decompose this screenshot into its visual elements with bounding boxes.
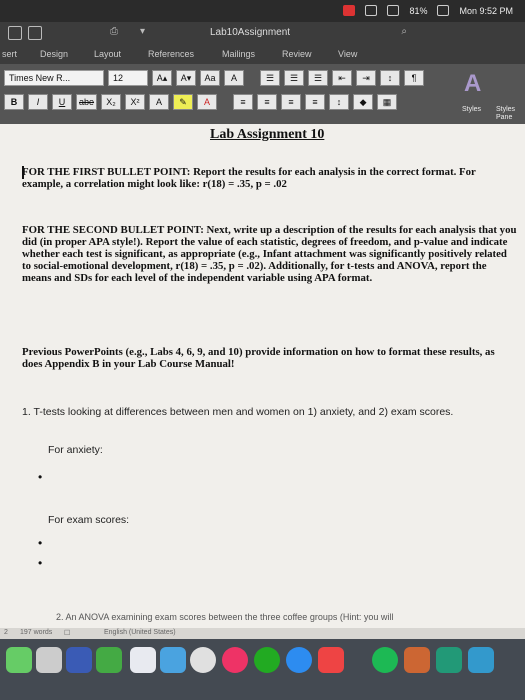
increase-indent-button[interactable]: ⇥ bbox=[356, 70, 376, 86]
photo-booth-icon[interactable] bbox=[318, 647, 344, 673]
menu-bar: 81% Mon 9:52 PM bbox=[0, 0, 525, 22]
paragraph-first-bullet: FOR THE FIRST BULLET POINT: Report the r… bbox=[22, 166, 476, 190]
align-left-button[interactable]: ≡ bbox=[233, 94, 254, 110]
bold-button[interactable]: B bbox=[4, 94, 24, 110]
bullets-button[interactable]: ☰ bbox=[260, 70, 280, 86]
screen: 81% Mon 9:52 PM ⎙ ▾ Lab10Assignment ⌕ se… bbox=[0, 0, 525, 700]
shrink-font-button[interactable]: A▾ bbox=[176, 70, 196, 86]
clock[interactable]: Mon 9:52 PM bbox=[459, 6, 513, 16]
question-1: 1. T-tests looking at differences betwee… bbox=[22, 406, 454, 418]
document-page[interactable]: Lab Assignment 10 FOR THE FIRST BULLET P… bbox=[0, 124, 525, 628]
word-count[interactable]: 197 words bbox=[20, 629, 52, 636]
messages-icon[interactable] bbox=[6, 647, 32, 673]
styles-icon[interactable]: A bbox=[464, 70, 481, 98]
spotify-icon[interactable] bbox=[372, 647, 398, 673]
subscript-button[interactable]: X₂ bbox=[101, 94, 122, 110]
multilevel-list-button[interactable]: ☰ bbox=[308, 70, 328, 86]
status-bar: 2 197 words ☐ English (United States) bbox=[0, 628, 525, 639]
font-color-button[interactable]: A bbox=[197, 94, 218, 110]
numbers-icon[interactable] bbox=[96, 647, 122, 673]
styles-label: Styles bbox=[462, 106, 482, 113]
proofing-icon[interactable]: ☐ bbox=[64, 629, 70, 637]
question-2-partial: 2. An ANOVA examining exam scores betwee… bbox=[56, 612, 394, 622]
search-icon[interactable]: ⌕ bbox=[401, 26, 407, 37]
tab-review[interactable]: Review bbox=[282, 49, 312, 59]
italic-button[interactable]: I bbox=[28, 94, 48, 110]
window-title: Lab10Assignment bbox=[210, 27, 291, 38]
powerpoint-icon[interactable] bbox=[404, 647, 430, 673]
sort-button[interactable]: ↕ bbox=[380, 70, 400, 86]
bluetooth-icon[interactable] bbox=[365, 5, 378, 16]
print-icon[interactable]: ⎙ bbox=[110, 26, 118, 37]
itunes-icon[interactable] bbox=[222, 647, 248, 673]
line-spacing-button[interactable]: ↕ bbox=[329, 94, 350, 110]
align-right-button[interactable]: ≡ bbox=[281, 94, 302, 110]
text-effects-button[interactable]: A bbox=[149, 94, 170, 110]
change-case-button[interactable]: Aa bbox=[200, 70, 220, 86]
wifi-icon[interactable] bbox=[387, 5, 400, 16]
title-bar: ⎙ ▾ Lab10Assignment ⌕ bbox=[0, 22, 525, 44]
tab-design[interactable]: Design bbox=[40, 49, 68, 59]
tab-insert[interactable]: sert bbox=[2, 49, 17, 59]
battery-percent: 81% bbox=[409, 5, 428, 16]
ribbon-tabs: sert Design Layout References Mailings R… bbox=[0, 44, 525, 64]
save-icon[interactable] bbox=[28, 26, 42, 40]
grow-font-button[interactable]: A▴ bbox=[152, 70, 172, 86]
shading-button[interactable]: ◆ bbox=[353, 94, 374, 110]
borders-button[interactable]: ▦ bbox=[377, 94, 398, 110]
zoom-icon[interactable] bbox=[468, 647, 494, 673]
font-size-box[interactable]: 12 bbox=[108, 70, 148, 86]
checklist-icon[interactable] bbox=[36, 647, 62, 673]
for-exam-label: For exam scores: bbox=[48, 514, 130, 526]
tab-layout[interactable]: Layout bbox=[94, 49, 121, 59]
for-anxiety-label: For anxiety: bbox=[48, 444, 103, 456]
record-icon[interactable] bbox=[343, 5, 356, 16]
bullet-anxiety: • bbox=[38, 470, 43, 484]
tab-view[interactable]: View bbox=[338, 49, 357, 59]
clear-formatting-button[interactable]: A bbox=[224, 70, 244, 86]
ibooks-icon[interactable] bbox=[160, 647, 186, 673]
tab-mailings[interactable]: Mailings bbox=[222, 49, 255, 59]
strikethrough-button[interactable]: abe bbox=[76, 94, 98, 110]
dock bbox=[0, 639, 525, 700]
customize-toolbar-icon[interactable]: ▾ bbox=[140, 26, 145, 37]
styles-pane-label[interactable]: Styles Pane bbox=[496, 106, 522, 122]
bullet-exam-2: • bbox=[38, 556, 43, 570]
no-entry-icon[interactable] bbox=[190, 647, 216, 673]
font-name-box[interactable]: Times New R... bbox=[4, 70, 104, 86]
justify-button[interactable]: ≡ bbox=[305, 94, 326, 110]
tab-references[interactable]: References bbox=[148, 49, 194, 59]
facetime-icon[interactable] bbox=[254, 647, 280, 673]
language-status[interactable]: English (United States) bbox=[104, 629, 176, 636]
paragraph-previous-powerpoints: Previous PowerPoints (e.g., Labs 4, 6, 9… bbox=[22, 346, 495, 370]
decrease-indent-button[interactable]: ⇤ bbox=[332, 70, 352, 86]
bullet-exam: • bbox=[38, 536, 43, 550]
paragraph-second-bullet: FOR THE SECOND BULLET POINT: Next, write… bbox=[22, 224, 517, 284]
superscript-button[interactable]: X² bbox=[125, 94, 146, 110]
show-formatting-button[interactable]: ¶ bbox=[404, 70, 424, 86]
page-number[interactable]: 2 bbox=[4, 629, 8, 636]
sidebar-toggle-icon[interactable] bbox=[8, 26, 22, 40]
excel-icon[interactable] bbox=[436, 647, 462, 673]
align-center-button[interactable]: ≡ bbox=[257, 94, 278, 110]
word-icon[interactable] bbox=[66, 647, 92, 673]
numbering-button[interactable]: ☰ bbox=[284, 70, 304, 86]
app-store-icon[interactable] bbox=[286, 647, 312, 673]
underline-button[interactable]: U bbox=[52, 94, 72, 110]
battery-icon[interactable] bbox=[437, 5, 450, 16]
calendar-icon[interactable] bbox=[130, 647, 156, 673]
ribbon: Times New R... 12 A▴ A▾ Aa A ☰ ☰ ☰ ⇤ ⇥ ↕… bbox=[0, 64, 525, 124]
highlight-button[interactable]: ✎ bbox=[173, 94, 194, 110]
document-title: Lab Assignment 10 bbox=[210, 127, 325, 142]
